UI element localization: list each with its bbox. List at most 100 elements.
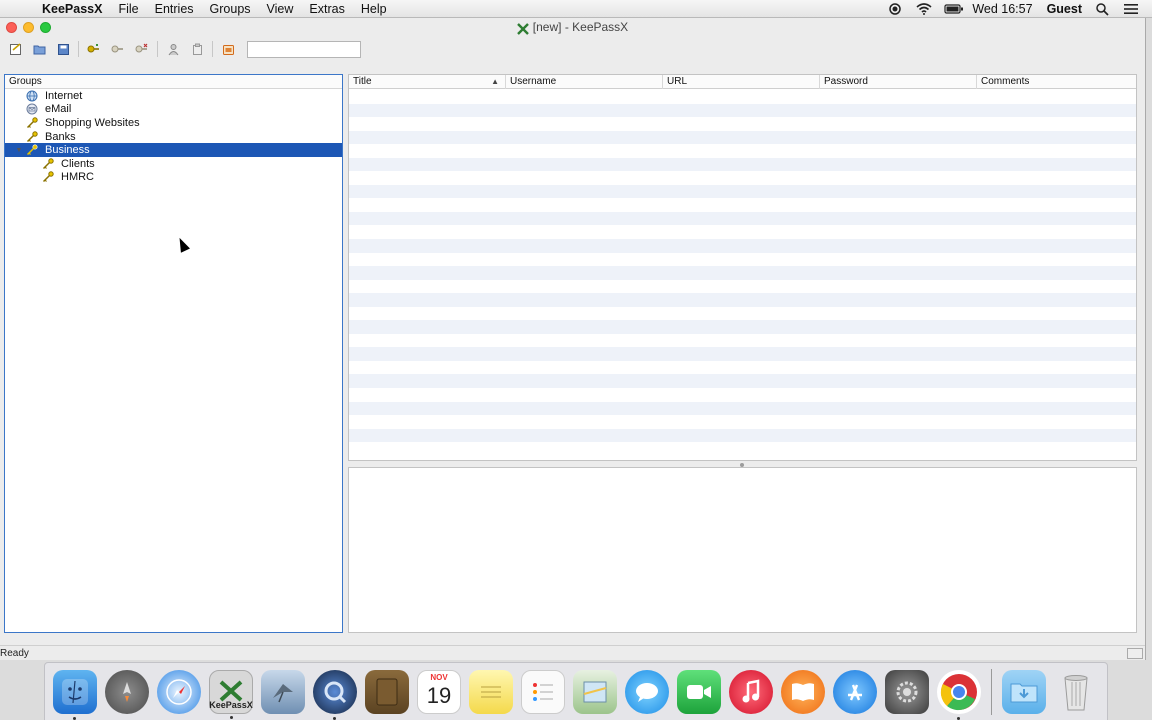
table-row[interactable] bbox=[349, 266, 1136, 280]
group-item-business[interactable]: ▼ Business bbox=[5, 143, 342, 157]
table-row[interactable] bbox=[349, 239, 1136, 253]
zoom-window-button[interactable] bbox=[40, 22, 51, 33]
column-header-username[interactable]: Username bbox=[506, 75, 663, 89]
table-row[interactable] bbox=[349, 171, 1136, 185]
copy-password-button[interactable] bbox=[188, 40, 206, 58]
chrome-icon[interactable] bbox=[937, 669, 981, 720]
facetime-icon[interactable] bbox=[677, 669, 721, 714]
notes-icon[interactable] bbox=[469, 669, 513, 714]
entry-details-pane bbox=[348, 467, 1137, 633]
vertical-splitter-handle[interactable] bbox=[343, 351, 347, 357]
app-menu[interactable]: KeePassX bbox=[42, 2, 102, 16]
edit-entry-button[interactable] bbox=[109, 40, 127, 58]
system-preferences-icon[interactable] bbox=[885, 669, 929, 714]
table-row[interactable] bbox=[349, 347, 1136, 361]
table-row[interactable] bbox=[349, 307, 1136, 321]
spotlight-search-icon[interactable] bbox=[1096, 2, 1110, 16]
mail-app-icon[interactable] bbox=[261, 669, 305, 714]
group-label: Banks bbox=[45, 130, 76, 143]
group-item-clients[interactable]: Clients bbox=[5, 157, 342, 171]
trash-icon[interactable] bbox=[1054, 670, 1098, 714]
wifi-icon[interactable] bbox=[916, 2, 932, 15]
table-row[interactable] bbox=[349, 103, 1136, 118]
group-item-email[interactable]: eMail bbox=[5, 103, 342, 117]
table-row[interactable] bbox=[349, 280, 1136, 294]
table-row[interactable] bbox=[349, 374, 1136, 389]
table-row[interactable] bbox=[349, 130, 1136, 145]
group-item-hmrc[interactable]: HMRC bbox=[5, 171, 342, 185]
reminders-icon[interactable] bbox=[521, 669, 565, 714]
new-database-button[interactable] bbox=[6, 40, 24, 58]
table-row[interactable] bbox=[349, 144, 1136, 158]
table-row[interactable] bbox=[349, 90, 1136, 104]
keepassx-logo-icon bbox=[516, 22, 529, 35]
table-row[interactable] bbox=[349, 157, 1136, 172]
menubar-user[interactable]: Guest bbox=[1047, 2, 1082, 16]
column-header-title[interactable]: Title ▲ bbox=[349, 75, 506, 89]
add-entry-button[interactable] bbox=[85, 40, 103, 58]
column-header-comments[interactable]: Comments bbox=[977, 75, 1136, 89]
menu-entries[interactable]: Entries bbox=[155, 2, 194, 16]
table-row[interactable] bbox=[349, 428, 1136, 443]
battery-icon[interactable] bbox=[944, 3, 964, 15]
calendar-icon[interactable]: NOV 19 bbox=[417, 669, 461, 714]
maps-icon[interactable] bbox=[573, 669, 617, 714]
menu-file[interactable]: File bbox=[118, 2, 138, 16]
menubar-clock[interactable]: Wed 16:57 bbox=[972, 2, 1032, 16]
table-row[interactable] bbox=[349, 388, 1136, 402]
group-item-banks[interactable]: Banks bbox=[5, 130, 342, 144]
group-item-internet[interactable]: Internet bbox=[5, 89, 342, 103]
open-database-button[interactable] bbox=[30, 40, 48, 58]
table-row[interactable] bbox=[349, 334, 1136, 348]
sort-ascending-icon: ▲ bbox=[491, 77, 499, 86]
entries-table[interactable]: Title ▲ Username URL Password Comments bbox=[348, 74, 1137, 461]
table-row[interactable] bbox=[349, 225, 1136, 239]
minimize-window-button[interactable] bbox=[23, 22, 34, 33]
messages-icon[interactable] bbox=[625, 669, 669, 714]
safari-icon[interactable] bbox=[157, 669, 201, 714]
groups-header[interactable]: Groups bbox=[5, 75, 342, 89]
toolbar-separator bbox=[212, 41, 213, 57]
menu-help[interactable]: Help bbox=[361, 2, 387, 16]
table-row[interactable] bbox=[349, 198, 1136, 212]
delete-entry-button[interactable] bbox=[133, 40, 151, 58]
column-header-url[interactable]: URL bbox=[663, 75, 820, 89]
quick-search-input[interactable] bbox=[247, 40, 361, 58]
copy-username-button[interactable] bbox=[164, 40, 182, 58]
menu-extras[interactable]: Extras bbox=[309, 2, 344, 16]
table-row[interactable] bbox=[349, 253, 1136, 267]
table-row[interactable] bbox=[349, 184, 1136, 199]
table-row[interactable] bbox=[349, 361, 1136, 375]
table-row[interactable] bbox=[349, 117, 1136, 131]
group-item-shopping-websites[interactable]: Shopping Websites bbox=[5, 116, 342, 130]
status-text: Ready bbox=[0, 648, 29, 659]
downloads-folder-icon[interactable] bbox=[1002, 669, 1046, 714]
app-store-icon[interactable] bbox=[833, 669, 877, 714]
finder-icon[interactable] bbox=[53, 669, 97, 720]
record-icon[interactable] bbox=[888, 2, 902, 15]
contacts-icon[interactable] bbox=[365, 669, 409, 714]
itunes-icon[interactable] bbox=[729, 669, 773, 714]
close-window-button[interactable] bbox=[6, 22, 17, 33]
quicktime-icon[interactable] bbox=[313, 669, 357, 720]
menu-groups[interactable]: Groups bbox=[210, 2, 251, 16]
table-row[interactable] bbox=[349, 211, 1136, 226]
lock-workspace-button[interactable] bbox=[219, 40, 237, 58]
table-row[interactable] bbox=[349, 320, 1136, 334]
save-database-button[interactable] bbox=[54, 40, 72, 58]
table-row[interactable] bbox=[349, 293, 1136, 307]
keepassx-dock-icon[interactable]: KeePassX bbox=[209, 669, 253, 719]
key-icon bbox=[25, 117, 39, 129]
resize-grip[interactable] bbox=[1127, 648, 1143, 659]
table-row[interactable] bbox=[349, 415, 1136, 429]
launchpad-icon[interactable] bbox=[105, 669, 149, 714]
groups-tree[interactable]: Groups Internet eMail Shopping Websites … bbox=[4, 74, 343, 633]
window-titlebar[interactable]: [new] - KeePassX bbox=[0, 18, 1145, 37]
ibooks-icon[interactable] bbox=[781, 669, 825, 714]
table-row[interactable] bbox=[349, 442, 1136, 456]
notification-center-icon[interactable] bbox=[1124, 3, 1138, 15]
table-row[interactable] bbox=[349, 401, 1136, 416]
collapse-triangle-icon[interactable]: ▼ bbox=[13, 147, 25, 154]
menu-view[interactable]: View bbox=[267, 2, 294, 16]
column-header-password[interactable]: Password bbox=[820, 75, 977, 89]
